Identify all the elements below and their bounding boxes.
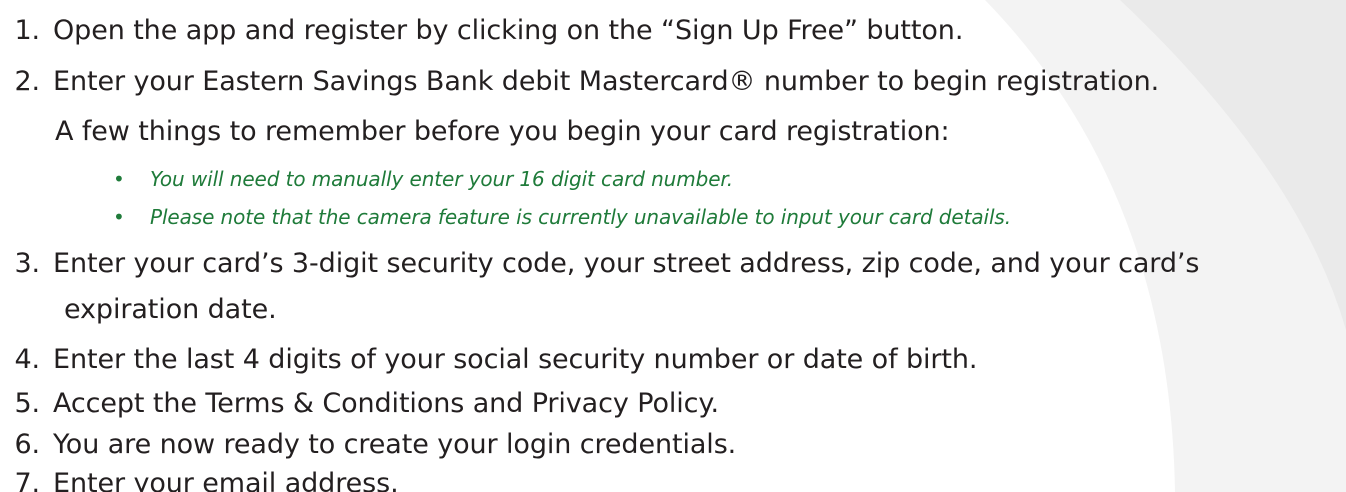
step-3-continued: expiration date. [64,294,277,325]
step-2-note: A few things to remember before you begi… [55,116,950,147]
step-3: 3. Enter your card’s 3-digit security cod… [2,244,1199,284]
step-text: Open the app and register by clicking on… [53,15,964,46]
step-5: 5. Accept the Terms & Conditions and Priv… [2,384,719,424]
instructions-page: 1. Open the app and register by clicking … [0,0,1346,492]
bullet-text: Please note that the camera feature is c… [150,205,1011,229]
step-number: 7. [14,468,40,492]
bullet-item: • Please note that the camera feature is … [113,202,1011,232]
step-text: Enter your Eastern Savings Bank debit Ma… [53,66,1160,97]
step-text: Enter the last 4 digits of your social s… [53,344,978,375]
step-number: 4. [14,344,40,375]
step-number: 5. [14,388,40,419]
step-6: 6. You are now ready to create your login… [2,425,736,465]
step-text: Enter your email address. [53,468,399,492]
step-number: 3. [14,248,40,279]
step-4: 4. Enter the last 4 digits of your social… [2,340,977,380]
bullet-icon: • [113,205,125,229]
step-text: You are now ready to create your login c… [53,429,737,460]
step-7: 7. Enter your email address. [2,464,399,492]
step-1: 1. Open the app and register by clicking … [2,11,963,51]
step-number: 6. [14,429,40,460]
step-2: 2. Enter your Eastern Savings Bank debit … [2,62,1159,102]
step-text: Enter your card’s 3-digit security code,… [53,248,1200,279]
bullet-text: You will need to manually enter your 16 … [150,167,733,191]
step-number: 2. [14,66,40,97]
step-text: Accept the Terms & Conditions and Privac… [53,388,719,419]
step-number: 1. [14,15,40,46]
bullet-item: • You will need to manually enter your 16… [113,164,733,194]
bullet-icon: • [113,167,125,191]
